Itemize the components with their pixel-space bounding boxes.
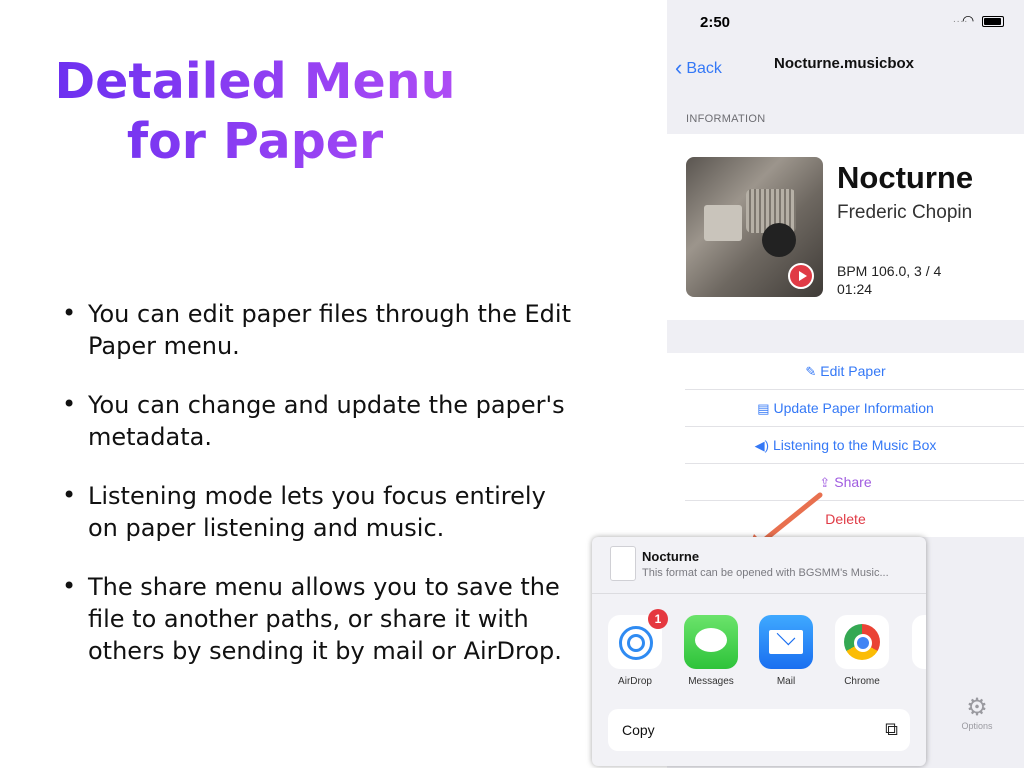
share-app-more[interactable] xyxy=(912,615,926,669)
song-title: Nocturne xyxy=(837,160,974,195)
bullet-text: You can edit paper files through the Edi… xyxy=(88,300,571,360)
share-button[interactable]: ⇪ Share xyxy=(685,464,1024,501)
share-app-label: AirDrop xyxy=(618,676,652,687)
info-cell: Nocturne Frederic Chopin BPM 106.0, 3 / … xyxy=(667,134,1024,320)
listen-button[interactable]: ◀) Listening to the Music Box xyxy=(685,427,1024,464)
options-button[interactable]: ⚙ Options xyxy=(952,694,1002,732)
share-app-messages[interactable]: Messages xyxy=(684,615,738,687)
edit-paper-button[interactable]: ✎ Edit Paper xyxy=(685,353,1024,390)
shared-file-description: This format can be opened with BGSMM's M… xyxy=(642,567,889,579)
gear-icon: ⚙ xyxy=(966,694,988,721)
bullet-text: Listening mode lets you focus entirely o… xyxy=(88,482,546,542)
speaker-icon: ◀) xyxy=(754,438,769,453)
notification-badge: 1 xyxy=(648,609,668,629)
slide-title-line-2: for Paper xyxy=(126,113,384,170)
bullet-dot-icon: • xyxy=(62,572,77,600)
bullet-dot-icon: • xyxy=(62,481,77,509)
chrome-icon xyxy=(835,615,889,669)
wifi-icon: ◠ xyxy=(962,12,975,28)
share-app-label: Mail xyxy=(776,676,796,687)
song-meta: BPM 106.0, 3 / 4 01:24 xyxy=(837,262,941,298)
bpm-line: BPM 106.0, 3 / 4 xyxy=(837,263,942,279)
chevron-left-icon: ‹ xyxy=(675,55,683,80)
options-label: Options xyxy=(961,721,993,731)
listen-label: Listening to the Music Box xyxy=(772,437,937,453)
duration: 01:24 xyxy=(837,281,873,297)
pencil-icon: ✎ xyxy=(805,364,817,379)
action-list: ✎ Edit Paper ▤ Update Paper Information ◀)… xyxy=(667,353,1024,537)
back-button[interactable]: ‹ Back xyxy=(675,53,722,80)
song-artist: Frederic Chopin xyxy=(837,202,973,223)
delete-label: Delete xyxy=(825,511,866,527)
airdrop-icon: 1 xyxy=(608,609,668,669)
share-sheet-header: Nocturne This format can be opened with … xyxy=(592,537,926,594)
share-app-label: Messages xyxy=(688,676,734,687)
bullet-dot-icon: • xyxy=(62,390,77,418)
share-app-row: 1 AirDrop Messages Mail Chrome xyxy=(592,609,926,695)
delete-button[interactable]: Delete xyxy=(685,501,1024,537)
bullet-dot-icon: • xyxy=(62,299,77,327)
document-icon: ▤ xyxy=(757,401,770,416)
copy-label: Copy xyxy=(622,722,655,738)
update-paper-label: Update Paper Information xyxy=(773,400,934,416)
bullet-item: • The share menu allows you to save the f… xyxy=(62,571,572,667)
share-app-label: Chrome xyxy=(844,676,880,687)
bullet-list: • You can edit paper files through the Ed… xyxy=(62,298,572,694)
slide-title-line-1: Detailed Menu xyxy=(54,53,456,110)
share-label: Share xyxy=(834,474,872,490)
navigation-bar: ‹ Back Nocturne.musicbox xyxy=(667,44,1024,84)
messages-icon xyxy=(684,615,738,669)
status-bar: 2:50 .... ◠ xyxy=(667,0,1024,44)
share-app-mail[interactable]: Mail xyxy=(759,615,813,687)
copy-icon: ⧉ xyxy=(885,719,898,739)
share-sheet: Nocturne This format can be opened with … xyxy=(592,537,926,766)
nav-title: Nocturne.musicbox xyxy=(774,55,915,72)
bullet-item: • You can edit paper files through the Ed… xyxy=(62,298,572,362)
shared-file-name: Nocturne xyxy=(642,549,700,564)
bullet-item: • You can change and update the paper's m… xyxy=(62,389,572,453)
update-paper-info-button[interactable]: ▤ Update Paper Information xyxy=(685,390,1024,427)
share-icon: ⇪ xyxy=(819,475,831,490)
status-time: 2:50 xyxy=(700,14,731,31)
copy-button[interactable]: Copy ⧉ xyxy=(608,709,910,751)
share-app-chrome[interactable]: Chrome xyxy=(835,615,889,687)
artwork-comb xyxy=(704,205,742,241)
bullet-text: The share menu allows you to save the fi… xyxy=(88,573,562,665)
mail-icon xyxy=(759,615,813,669)
back-label: Back xyxy=(686,60,722,77)
artwork-gear xyxy=(762,223,796,257)
slide-title: Detailed Menu for Paper xyxy=(40,52,470,172)
edit-paper-label: Edit Paper xyxy=(820,363,886,379)
bullet-text: You can change and update the paper's me… xyxy=(88,391,565,451)
bullet-item: • Listening mode lets you focus entirely … xyxy=(62,480,572,544)
play-button[interactable] xyxy=(788,263,814,289)
section-header-information: INFORMATION xyxy=(686,113,766,125)
file-icon xyxy=(610,546,636,581)
more-app-icon xyxy=(912,615,926,669)
music-box-artwork xyxy=(686,157,823,297)
share-app-airdrop[interactable]: 1 AirDrop xyxy=(608,609,668,687)
battery-icon xyxy=(982,16,1004,27)
